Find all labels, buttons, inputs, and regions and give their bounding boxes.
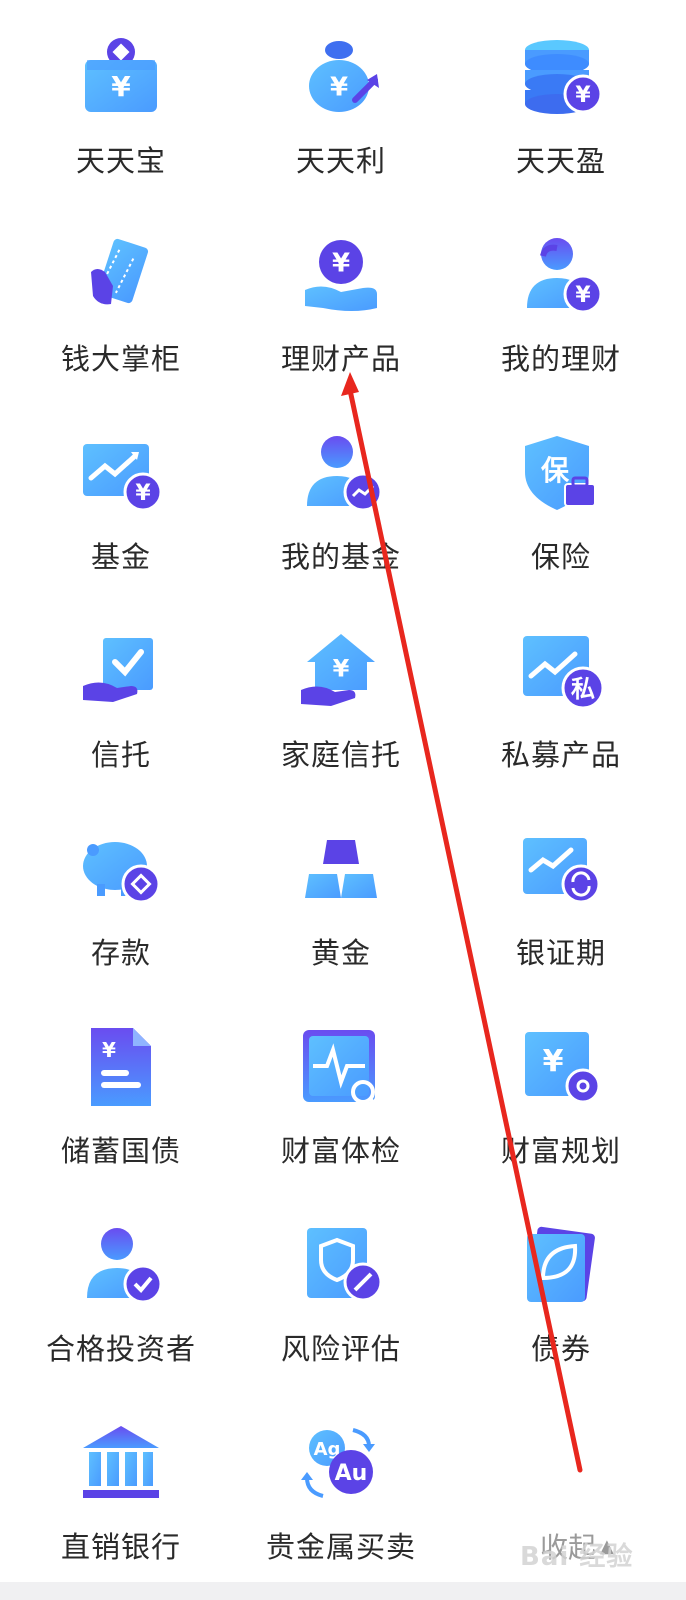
grid-item-label: 直销银行 [60, 1530, 181, 1564]
grid-item-label: 我的基金 [280, 540, 401, 574]
grid-item-label: 基金 [90, 540, 151, 574]
grid-item[interactable]: 保 保险 [448, 396, 674, 594]
grid-item-label: 财富体检 [280, 1134, 401, 1168]
watermark: Bai 经验 [520, 1542, 634, 1572]
svg-text:¥: ¥ [332, 248, 350, 278]
grid-item[interactable]: 我的基金 [234, 396, 448, 594]
shield-bao-icon: 保 [513, 426, 609, 522]
svg-text:¥: ¥ [111, 70, 131, 103]
svg-text:私: 私 [571, 675, 595, 703]
chart-yen-icon: ¥ [73, 426, 169, 522]
grid-item-label: 风险评估 [280, 1332, 401, 1366]
grid-item[interactable]: ¥ 天天利 [234, 0, 448, 198]
hand-coin-icon: ¥ [293, 228, 389, 324]
grid-item-label: 天天宝 [75, 144, 166, 178]
grid-item[interactable]: 债券 [448, 1188, 674, 1386]
chart-si-icon: 私 [513, 624, 609, 720]
leaf-card-icon [513, 1218, 609, 1314]
svg-text:保: 保 [541, 454, 570, 487]
grid-item-label: 钱大掌柜 [60, 342, 181, 376]
grid-item[interactable]: 财富体检 [234, 990, 448, 1188]
grid-item[interactable]: 私私募产品 [448, 594, 674, 792]
person-yen-icon: ¥ [513, 228, 609, 324]
svg-text:¥: ¥ [333, 655, 350, 683]
grid-item[interactable]: ¥ 天天宝 [8, 0, 234, 198]
grid-item[interactable]: 风险评估 [234, 1188, 448, 1386]
grid-item[interactable]: Ag Au 贵金属买卖 [234, 1386, 448, 1584]
house-yen-icon: ¥ [293, 624, 389, 720]
grid-item[interactable]: ¥ 家庭信托 [234, 594, 448, 792]
grid-item-label: 银证期 [515, 936, 606, 970]
grid-item-label: 债券 [530, 1332, 591, 1366]
svg-text:¥: ¥ [543, 1044, 564, 1079]
shield-pen-icon [293, 1218, 389, 1314]
grid-item[interactable]: 存款 [8, 792, 234, 990]
coin-stack-yen-icon: ¥ [513, 30, 609, 126]
grid-item-label: 黄金 [310, 936, 371, 970]
grid-item-label: 财富规划 [500, 1134, 621, 1168]
svg-text:¥: ¥ [330, 72, 348, 102]
person-check-icon [73, 1218, 169, 1314]
grid-item-label: 家庭信托 [280, 738, 401, 772]
grid-item-label: 私募产品 [500, 738, 621, 772]
grid-item[interactable]: 黄金 [234, 792, 448, 990]
chart-exchange-icon [513, 822, 609, 918]
grid-item-label: 我的理财 [500, 342, 621, 376]
gold-bars-icon [293, 822, 389, 918]
grid-item-label: 贵金属买卖 [265, 1530, 416, 1564]
grid-item-label: 合格投资者 [45, 1332, 196, 1366]
pulse-search-icon [293, 1020, 389, 1116]
grid-item-label: 理财产品 [280, 342, 401, 376]
grid-item-label: 储蓄国债 [60, 1134, 181, 1168]
yen-gear-icon: ¥ [513, 1020, 609, 1116]
svg-text:¥: ¥ [102, 1038, 116, 1062]
grid-item[interactable]: 信托 [8, 594, 234, 792]
grid-item[interactable]: ¥ 基金 [8, 396, 234, 594]
svg-text:Au: Au [335, 1461, 368, 1486]
svg-text:¥: ¥ [135, 481, 151, 506]
hand-check-icon [73, 624, 169, 720]
grid-item[interactable]: 钱大掌柜 [8, 198, 234, 396]
grid-item[interactable]: ¥ 财富规划 [448, 990, 674, 1188]
ag-au-exchange-icon: Ag Au [293, 1416, 389, 1512]
bond-document-icon: ¥ [73, 1020, 169, 1116]
grid-item[interactable]: ¥ 理财产品 [234, 198, 448, 396]
grid-item[interactable]: 合格投资者 [8, 1188, 234, 1386]
yen-wallet-icon: ¥ [73, 30, 169, 126]
person-chart-icon [293, 426, 389, 522]
grid-item[interactable]: ¥ 储蓄国债 [8, 990, 234, 1188]
bottom-bar [0, 1582, 686, 1600]
grid-item[interactable]: ¥ 天天盈 [448, 0, 674, 198]
grid-item-label: 信托 [90, 738, 151, 772]
grid-item-label: 存款 [90, 936, 151, 970]
svg-text:¥: ¥ [575, 83, 591, 108]
grid-item-label: 天天盈 [515, 144, 606, 178]
grid-item[interactable]: 直销银行 [8, 1386, 234, 1584]
hand-card-icon [73, 228, 169, 324]
svg-text:¥: ¥ [575, 283, 591, 308]
grid-item-label: 天天利 [295, 144, 386, 178]
yen-moneybag-icon: ¥ [293, 30, 389, 126]
piggy-bank-icon [73, 822, 169, 918]
product-grid: ¥ 天天宝 ¥ 天天利 ¥ 天天盈 钱大掌柜 ¥ 理财产品 ¥ 我的理财 ¥ 基… [0, 0, 686, 1584]
bank-building-icon [73, 1416, 169, 1512]
grid-item-label: 保险 [530, 540, 591, 574]
grid-item[interactable]: ¥ 我的理财 [448, 198, 674, 396]
grid-item[interactable]: 银证期 [448, 792, 674, 990]
